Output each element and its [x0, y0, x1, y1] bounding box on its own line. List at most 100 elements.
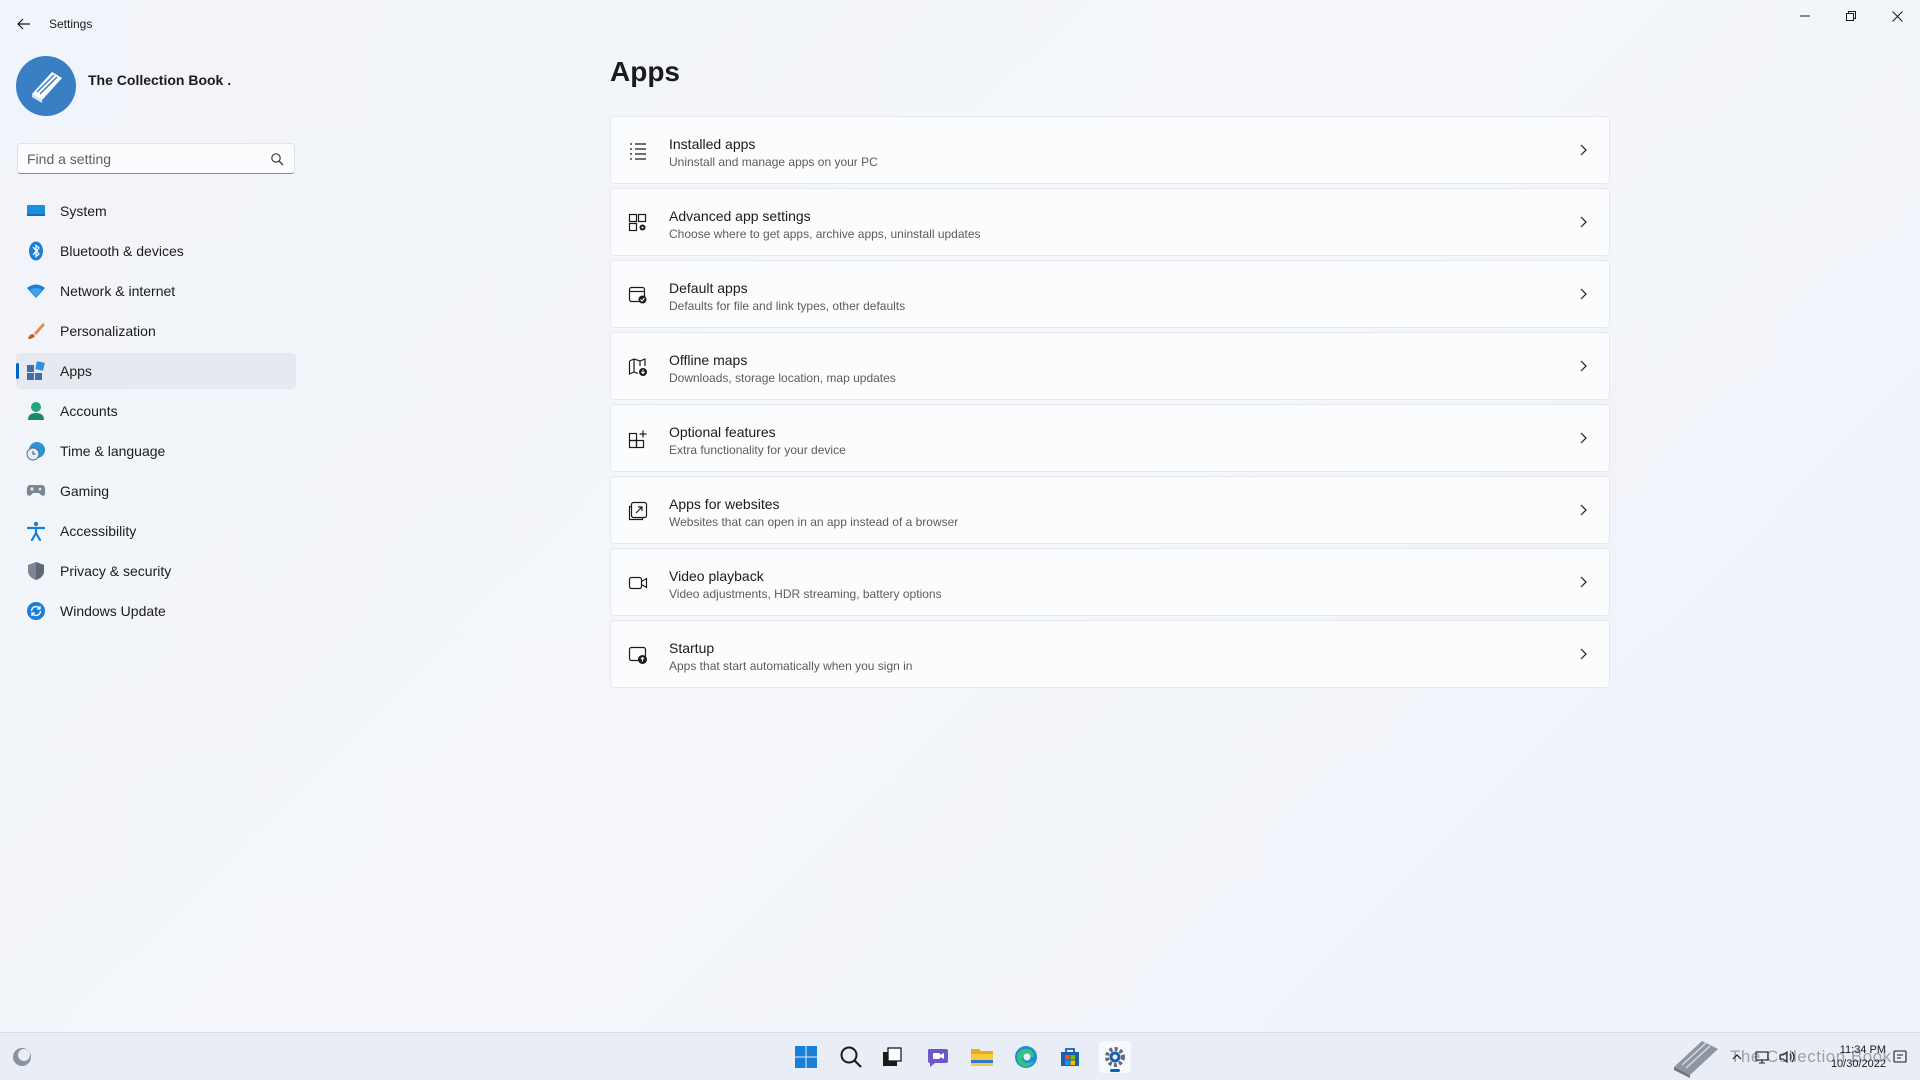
list-icon [630, 143, 646, 160]
minimize-button[interactable] [1782, 0, 1828, 32]
card-description: Websites that can open in an app instead… [669, 515, 959, 529]
sidebar-item-label: Privacy & security [60, 563, 172, 579]
taskbar-search-button[interactable] [835, 1041, 867, 1073]
card-description: Video adjustments, HDR streaming, batter… [669, 587, 942, 601]
chevron-right-icon [1580, 576, 1587, 588]
card-apps-for-websites[interactable]: Apps for websites Websites that can open… [610, 476, 1610, 544]
taskbar-clock[interactable]: 11:34 PM 10/30/2022 [1816, 1043, 1886, 1071]
startup-icon [628, 646, 647, 664]
bluetooth-icon [26, 241, 46, 261]
window-title: Settings [49, 17, 93, 31]
sidebar-item-accounts[interactable]: Accounts [16, 393, 296, 429]
card-offline-maps[interactable]: Offline maps Downloads, storage location… [610, 332, 1610, 400]
sidebar-item-gaming[interactable]: Gaming [16, 473, 296, 509]
person-icon [26, 401, 46, 421]
sidebar-item-bluetooth[interactable]: Bluetooth & devices [16, 233, 296, 269]
brush-icon [26, 321, 46, 341]
card-advanced-app-settings[interactable]: Advanced app settings Choose where to ge… [610, 188, 1610, 256]
sidebar-item-time-language[interactable]: Time & language [16, 433, 296, 469]
card-title: Apps for websites [669, 496, 780, 512]
profile-name[interactable]: The Collection Book . [88, 72, 231, 88]
map-download-icon [628, 358, 647, 376]
gamepad-icon [26, 481, 46, 501]
card-installed-apps[interactable]: Installed apps Uninstall and manage apps… [610, 116, 1610, 184]
sidebar-item-windows-update[interactable]: Windows Update [16, 593, 296, 629]
default-apps-icon [628, 286, 647, 304]
chat-button[interactable] [922, 1041, 954, 1073]
volume-icon[interactable] [1778, 1049, 1796, 1065]
settings-window: Settings The Collection Book . Syst [0, 0, 1920, 1032]
open-external-icon [628, 501, 648, 521]
task-view-button[interactable] [876, 1041, 908, 1073]
avatar[interactable] [16, 56, 76, 116]
card-description: Uninstall and manage apps on your PC [669, 155, 878, 169]
back-button[interactable] [10, 12, 38, 36]
card-default-apps[interactable]: Default apps Defaults for file and link … [610, 260, 1610, 328]
edge-button[interactable] [1010, 1041, 1042, 1073]
sidebar-item-label: Time & language [60, 443, 166, 459]
settings-icon [1105, 1047, 1125, 1067]
card-video-playback[interactable]: Video playback Video adjustments, HDR st… [610, 548, 1610, 616]
minimize-icon [1800, 15, 1810, 17]
chevron-up-icon[interactable] [1730, 1050, 1744, 1064]
close-button[interactable] [1874, 0, 1920, 32]
apps-icon [26, 361, 46, 381]
store-icon [1061, 1048, 1079, 1066]
windows-start-icon [795, 1046, 817, 1068]
sidebar-item-apps[interactable]: Apps [16, 353, 296, 389]
sidebar-item-privacy[interactable]: Privacy & security [16, 553, 296, 589]
search-input[interactable] [18, 144, 258, 173]
sidebar-item-personalization[interactable]: Personalization [16, 313, 296, 349]
card-description: Apps that start automatically when you s… [669, 659, 913, 673]
taskbar: The Collection Book 11:34 PM 10/30/2022 [0, 1032, 1920, 1080]
clock-date: 10/30/2022 [1830, 1058, 1886, 1070]
chevron-right-icon [1580, 504, 1587, 516]
card-optional-features[interactable]: Optional features Extra functionality fo… [610, 404, 1610, 472]
sidebar-item-network[interactable]: Network & internet [16, 273, 296, 309]
store-button[interactable] [1054, 1041, 1086, 1073]
sidebar-item-label: Gaming [60, 483, 110, 499]
network-icon[interactable] [1754, 1049, 1770, 1065]
video-icon [628, 576, 648, 590]
settings-cards: Installed apps Uninstall and manage apps… [610, 116, 1610, 692]
accessibility-icon [26, 521, 46, 541]
system-tray [1730, 1045, 1796, 1069]
title-bar: Settings [0, 0, 1920, 48]
restore-button[interactable] [1828, 0, 1874, 32]
sidebar-item-label: Personalization [60, 323, 156, 339]
card-title: Installed apps [669, 136, 756, 152]
sidebar-item-system[interactable]: System [16, 193, 296, 229]
search-icon [840, 1046, 862, 1068]
card-startup[interactable]: Startup Apps that start automatically wh… [610, 620, 1610, 688]
sidebar-item-label: Network & internet [60, 283, 176, 299]
close-icon [1891, 10, 1903, 22]
chevron-right-icon [1580, 216, 1587, 228]
file-explorer-button[interactable] [966, 1041, 998, 1073]
sidebar-item-label: Accessibility [60, 523, 137, 539]
card-description: Defaults for file and link types, other … [669, 299, 906, 313]
card-description: Choose where to get apps, archive apps, … [669, 227, 981, 241]
windows-start-button[interactable] [790, 1041, 822, 1073]
sidebar-item-accessibility[interactable]: Accessibility [16, 513, 296, 549]
card-title: Video playback [669, 568, 764, 584]
search-box[interactable] [17, 143, 295, 174]
sidebar-nav: System Bluetooth & devices Network & int… [16, 193, 296, 633]
update-icon [26, 601, 46, 621]
shield-icon [26, 561, 46, 581]
clock-time: 11:34 PM [1839, 1044, 1886, 1056]
weather-widget-icon[interactable] [10, 1045, 34, 1069]
globe-clock-icon [26, 441, 46, 461]
settings-taskbar-button[interactable] [1099, 1041, 1131, 1073]
app-settings-icon [628, 213, 647, 232]
file-explorer-icon [971, 1049, 993, 1066]
chat-icon [928, 1049, 948, 1067]
system-icon [26, 201, 46, 221]
sidebar-item-label: Bluetooth & devices [60, 243, 184, 259]
search-icon[interactable] [270, 152, 284, 166]
card-description: Extra functionality for your device [669, 443, 846, 457]
card-title: Default apps [669, 280, 748, 296]
book-logo-icon [32, 72, 62, 103]
card-title: Offline maps [669, 352, 748, 368]
notification-icon[interactable] [1892, 1049, 1908, 1065]
wifi-icon [26, 281, 46, 301]
